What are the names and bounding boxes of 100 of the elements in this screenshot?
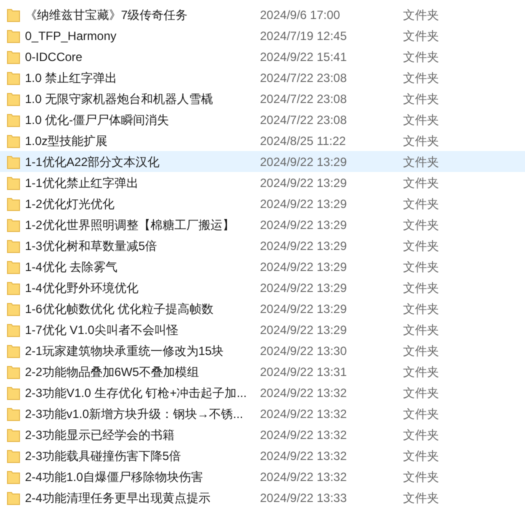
folder-icon [7,218,20,232]
file-name: 2-3功能载具碰撞伤害下降5倍 [25,448,182,464]
file-row[interactable]: 2-1玩家建筑物块承重统一修改为15块 2024/9/22 13:30 文件夹 [0,340,525,361]
folder-icon [7,448,20,462]
file-name: 1-2优化世界照明调整【棉糖工厂搬运】 [25,216,236,234]
folder-icon [7,196,20,210]
folder-icon [7,302,20,316]
file-name: 1-4优化 去除雾气 [25,258,119,276]
file-type: 文件夹 [403,280,439,296]
file-row[interactable]: 2-3功能V1.0 生存优化 钉枪+冲击起子加... 2024/9/22 13:32 文件夹 [0,382,525,403]
file-type: 文件夹 [403,154,439,170]
file-row[interactable]: 1.0z型技能扩展 2024/8/25 11:22 文件夹 [0,130,525,151]
file-name: 2-4功能清理任务更早出现黄点提示 [25,490,212,506]
folder-icon [7,238,20,252]
file-name: 2-3功能V1.0 生存优化 钉枪+冲击起子加... [25,384,248,402]
file-type: 文件夹 [403,112,439,128]
file-type: 文件夹 [403,322,439,338]
file-type: 文件夹 [403,490,439,506]
folder-icon [7,92,20,106]
file-row[interactable]: 1-7优化 V1.0尖叫者不会叫怪 2024/9/22 13:29 文件夹 [0,319,525,340]
file-name: 1.0z型技能扩展 [25,132,109,150]
file-row[interactable]: 2-3功能显示已经学会的书籍 2024/9/22 13:32 文件夹 [0,424,525,445]
file-row[interactable]: 1-1优化禁止红字弹出 2024/9/22 13:29 文件夹 [0,172,525,193]
file-row[interactable]: 2-4功能清理任务更早出现黄点提示 2024/9/22 13:33 文件夹 [0,487,525,508]
modified-date: 2024/7/22 23:08 [260,90,348,108]
file-type: 文件夹 [403,300,439,318]
file-row[interactable]: 0-IDCCore 2024/9/22 15:41 文件夹 [0,46,525,67]
file-row[interactable]: 1.0 禁止红字弹出 2024/7/22 23:08 文件夹 [0,67,525,88]
file-row[interactable]: 2-3功能载具碰撞伤害下降5倍 2024/9/22 13:32 文件夹 [0,445,525,466]
modified-date: 2024/9/22 15:41 [260,48,348,66]
folder-icon [7,176,20,190]
folder-icon [7,344,20,358]
file-type: 文件夹 [403,406,439,422]
file-type: 文件夹 [403,48,439,66]
file-type: 文件夹 [403,70,439,86]
folder-icon [7,386,20,400]
folder-icon [7,280,20,294]
file-name: 1.0 优化-僵尸尸体瞬间消失 [25,112,170,128]
modified-date: 2024/9/22 13:29 [260,322,348,338]
file-row[interactable]: 2-4功能1.0自爆僵尸移除物块伤害 2024/9/22 13:32 文件夹 [0,466,525,487]
file-type: 文件夹 [403,216,439,234]
modified-date: 2024/7/22 23:08 [260,70,348,86]
modified-date: 2024/9/22 13:32 [260,406,348,422]
file-name: 2-3功能显示已经学会的书籍 [25,426,176,444]
file-type: 文件夹 [403,196,439,212]
file-row[interactable]: 1-4优化 去除雾气 2024/9/22 13:29 文件夹 [0,256,525,277]
file-name: 0_TFP_Harmony [25,28,118,44]
file-row[interactable]: 1-6优化帧数优化 优化粒子提高帧数 2024/9/22 13:29 文件夹 [0,298,525,319]
file-type: 文件夹 [403,90,439,108]
file-row[interactable]: 1-1优化A22部分文本汉化 2024/9/22 13:29 文件夹 [0,151,525,172]
modified-date: 2024/9/22 13:29 [260,258,348,276]
folder-icon [7,364,20,378]
file-type: 文件夹 [403,448,439,464]
modified-date: 2024/9/22 13:29 [260,300,348,318]
modified-date: 2024/9/22 13:32 [260,468,348,486]
modified-date: 2024/9/22 13:29 [260,174,348,192]
file-name: 1-1优化A22部分文本汉化 [25,154,161,170]
file-row[interactable]: 1-3优化树和草数量减5倍 2024/9/22 13:29 文件夹 [0,235,525,256]
file-row[interactable]: 1.0 无限守家机器炮台和机器人雪橇 2024/7/22 23:08 文件夹 [0,88,525,109]
file-name: 《纳维兹甘宝藏》7级传奇任务 [25,6,189,24]
folder-icon [7,490,20,504]
modified-date: 2024/7/19 12:45 [260,28,348,44]
file-row[interactable]: 1-4优化野外环境优化 2024/9/22 13:29 文件夹 [0,277,525,298]
file-type: 文件夹 [403,468,439,486]
modified-date: 2024/9/22 13:29 [260,154,348,170]
file-type: 文件夹 [403,132,439,150]
folder-icon [7,322,20,336]
folder-icon [7,28,20,42]
file-name: 2-1玩家建筑物块承重统一修改为15块 [25,342,225,360]
modified-date: 2024/9/22 13:32 [260,448,348,464]
file-type: 文件夹 [403,174,439,192]
modified-date: 2024/9/22 13:31 [260,364,348,380]
file-row[interactable]: 1.0 优化-僵尸尸体瞬间消失 2024/7/22 23:08 文件夹 [0,109,525,130]
modified-date: 2024/9/22 13:30 [260,342,348,360]
folder-icon [7,70,20,84]
file-name: 1-6优化帧数优化 优化粒子提高帧数 [25,300,215,318]
file-type: 文件夹 [403,384,439,402]
modified-date: 2024/9/22 13:29 [260,238,348,254]
file-row[interactable]: 0_TFP_Harmony 2024/7/19 12:45 文件夹 [0,25,525,46]
folder-icon [7,50,20,64]
modified-date: 2024/9/22 13:33 [260,490,348,506]
modified-date: 2024/9/22 13:29 [260,216,348,234]
file-name: 1-1优化禁止红字弹出 [25,174,140,192]
file-row[interactable]: 1-2优化灯光优化 2024/9/22 13:29 文件夹 [0,193,525,214]
modified-date: 2024/8/25 11:22 [260,132,347,150]
folder-icon [7,134,20,148]
file-name: 2-2功能物品叠加6W5不叠加模组 [25,364,200,380]
file-row[interactable]: 1-2优化世界照明调整【棉糖工厂搬运】 2024/9/22 13:29 文件夹 [0,214,525,235]
folder-icon [7,470,20,484]
file-type: 文件夹 [403,342,439,360]
modified-date: 2024/9/22 13:29 [260,280,348,296]
file-row[interactable]: 2-3功能v1.0新增方块升级：钢块→不锈... 2024/9/22 13:32 文件夹 [0,403,525,424]
folder-icon [7,8,20,22]
file-type: 文件夹 [403,364,439,380]
file-row[interactable]: 2-2功能物品叠加6W5不叠加模组 2024/9/22 13:31 文件夹 [0,361,525,382]
modified-date: 2024/9/22 13:32 [260,426,348,444]
file-type: 文件夹 [403,28,439,44]
file-name: 1-2优化灯光优化 [25,196,116,212]
modified-date: 2024/9/6 17:00 [260,6,342,24]
file-row[interactable]: 《纳维兹甘宝藏》7级传奇任务 2024/9/6 17:00 文件夹 [0,4,525,25]
